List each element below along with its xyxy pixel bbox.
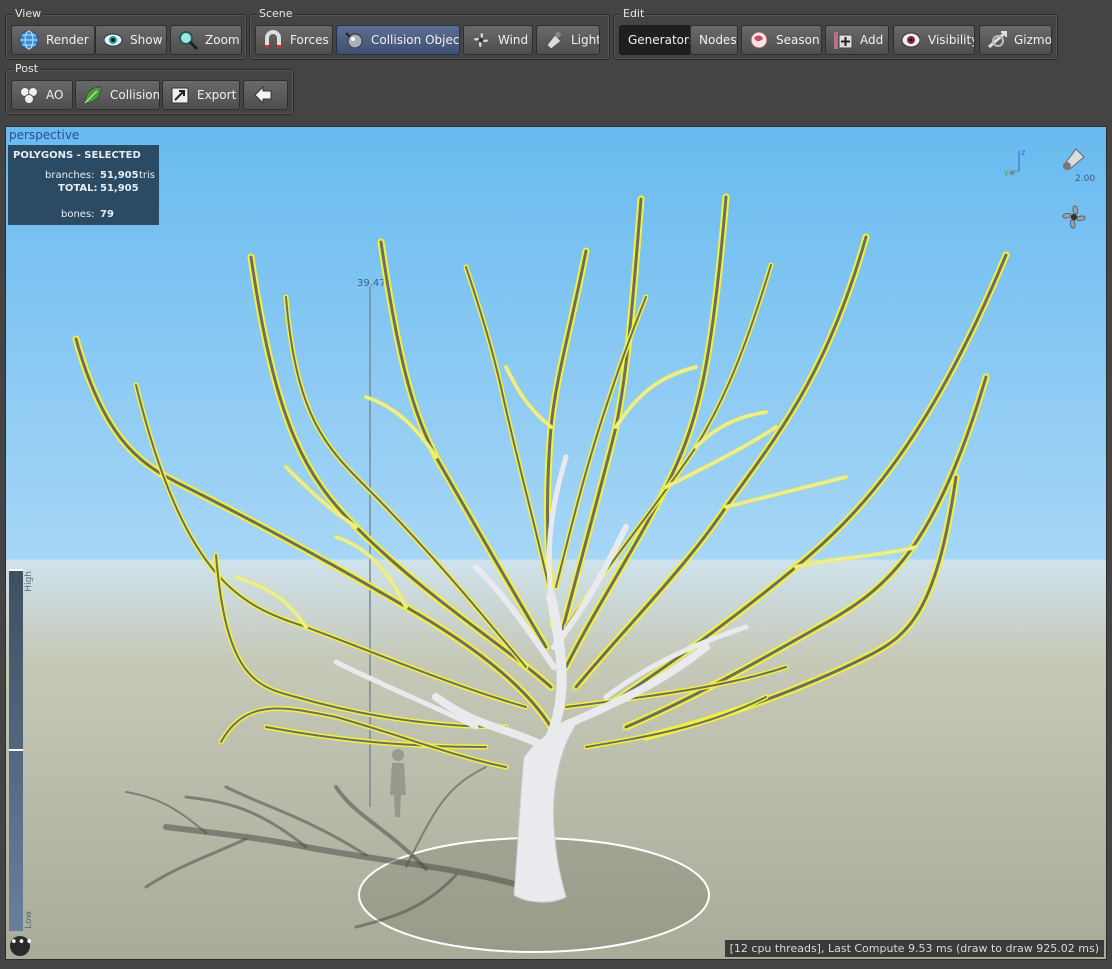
add-button[interactable]: Add [825, 25, 889, 55]
branch-highlight [377, 238, 550, 651]
gizmo-button[interactable]: Gizmo [979, 25, 1052, 55]
twig-highlight [504, 365, 553, 429]
wind-button[interactable]: Wind [463, 25, 533, 55]
light-intensity-icon[interactable] [1058, 143, 1088, 173]
export-icon [171, 87, 189, 104]
svg-text:z: z [1021, 148, 1025, 157]
edit-group: Edit Generators Nodes Season Add Visibil… [613, 7, 1058, 60]
generators-tab[interactable]: Generators [619, 25, 691, 55]
export-button[interactable]: Export [162, 80, 240, 110]
eye-icon [103, 33, 123, 47]
view-group-title: View [13, 7, 44, 20]
total-value: 51,905 [100, 183, 139, 194]
forces-button[interactable]: Forces [255, 25, 333, 55]
height-readout: 39.47 [357, 278, 386, 289]
zoom-button-label: Zoom [205, 33, 240, 47]
twig-highlight [284, 465, 358, 529]
bones-label: bones: [61, 209, 95, 220]
back-button[interactable] [243, 80, 288, 110]
branch-highlight [563, 262, 774, 630]
collision-objects-button[interactable]: Collision Objects [336, 25, 460, 55]
ao-button[interactable]: AO [11, 80, 73, 110]
svg-text:x: x [1010, 168, 1015, 177]
svg-text:y: y [1004, 168, 1009, 177]
light-button[interactable]: Light [536, 25, 600, 55]
fan-icon [473, 32, 489, 48]
branch-core [574, 235, 868, 689]
magnet-icon [265, 30, 281, 48]
post-group: Post AO Collision Export [5, 62, 294, 115]
tree-scene[interactable]: 39.47 z y x [6, 127, 1106, 959]
post-group-title: Post [13, 62, 41, 75]
generators-tab-label: Generators [628, 33, 691, 47]
collision-sphere-icon [345, 32, 363, 49]
polygon-stats-panel: POLYGONS - SELECTED branches: 51,905 tri… [8, 145, 159, 225]
twig-core [615, 366, 697, 428]
visibility-button[interactable]: Visibility [893, 25, 975, 55]
collision-button[interactable]: Collision [75, 80, 160, 110]
season-button-label: Season [776, 33, 820, 47]
tree-branches[interactable] [72, 193, 1010, 770]
twig-highlight [614, 365, 698, 429]
branch-highlight [133, 382, 529, 710]
spotlight-icon [546, 31, 562, 50]
leaf-icon [84, 86, 102, 104]
ao-button-label: AO [46, 88, 64, 102]
add-button-label: Add [860, 33, 884, 47]
zoom-button[interactable]: Zoom [170, 25, 242, 55]
edit-group-title: Edit [621, 7, 647, 20]
scene-group: Scene Forces Collision Objects Wind Ligh… [249, 7, 610, 60]
lod-high-label: High [24, 571, 34, 592]
ao-spheres-icon [20, 87, 38, 104]
bones-value: 79 [100, 209, 114, 220]
branch-highlight [622, 373, 990, 731]
show-button[interactable]: Show [95, 25, 167, 55]
wind-fan-icon[interactable] [1058, 201, 1090, 233]
lod-slider-handle-top[interactable] [9, 569, 23, 571]
back-arrow-icon [253, 85, 271, 105]
branches-label: branches: [45, 170, 95, 181]
season-icon [750, 31, 768, 49]
nodes-tab[interactable]: Nodes [690, 25, 738, 55]
gizmo-icon [988, 31, 1007, 49]
wind-button-label: Wind [498, 33, 529, 47]
magnifier-icon [179, 31, 199, 51]
collision-button-label: Collision [110, 88, 160, 102]
perspective-viewport[interactable]: perspective 39.47 z y x 2.00 POLYGONS - … [5, 126, 1107, 960]
season-button[interactable]: Season [741, 25, 822, 55]
visibility-eye-icon [901, 32, 921, 48]
lod-slider[interactable]: High Low [9, 569, 34, 931]
lod-low-label: Low [24, 911, 34, 929]
scene-group-title: Scene [257, 7, 295, 20]
more-options-button[interactable]: ••• [10, 936, 33, 956]
export-button-label: Export [197, 88, 237, 102]
add-icon [834, 32, 853, 49]
branch-core [565, 264, 772, 628]
nodes-tab-label: Nodes [699, 33, 737, 47]
render-button[interactable]: Render [11, 25, 95, 55]
collision-objects-button-label: Collision Objects [371, 33, 460, 47]
globe-icon [19, 30, 39, 50]
light-intensity-value: 2.00 [1075, 174, 1096, 184]
axis-gizmo: z y x [1004, 148, 1025, 177]
gizmo-button-label: Gizmo [1014, 33, 1052, 47]
branch-core [379, 240, 548, 649]
visibility-button-label: Visibility [928, 33, 975, 47]
branch-highlight [572, 233, 870, 691]
show-button-label: Show [130, 33, 163, 47]
human-scale-figure [390, 749, 406, 817]
render-button-label: Render [46, 33, 89, 47]
lod-slider-handle-mid[interactable] [9, 749, 23, 751]
forces-button-label: Forces [290, 33, 329, 47]
total-label: TOTAL: [58, 183, 98, 194]
compute-status: [12 cpu threads], Last Compute 9.53 ms (… [724, 940, 1104, 957]
branch-highlight [463, 264, 554, 600]
stats-title: POLYGONS - SELECTED [13, 150, 141, 161]
light-button-label: Light [571, 33, 600, 47]
branches-value: 51,905 [100, 170, 139, 181]
view-group: View Render Show Zoom [5, 7, 247, 60]
branch-core [624, 375, 988, 729]
branches-unit: tris [139, 170, 156, 181]
